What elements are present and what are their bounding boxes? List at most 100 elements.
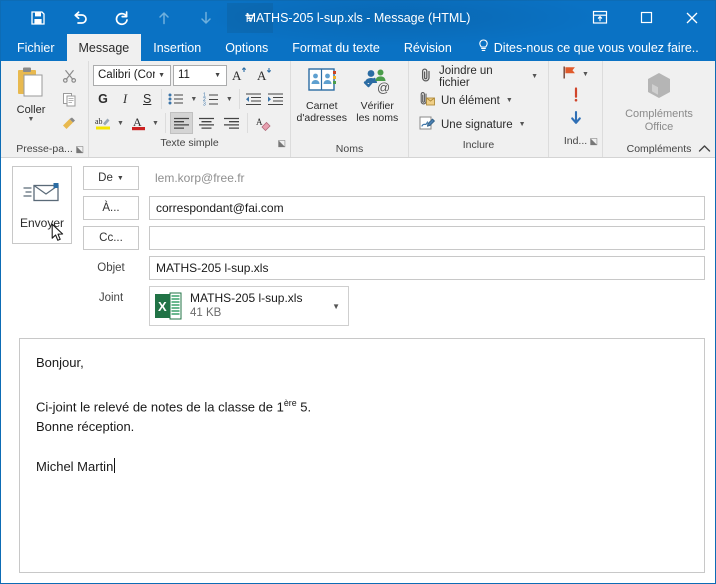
copy-icon	[62, 92, 77, 112]
high-importance-button[interactable]	[570, 86, 582, 109]
numbered-list-icon[interactable]: 123	[202, 88, 222, 110]
header-fields: De ▼ lem.korp@free.fr À... correspondant…	[75, 166, 705, 337]
font-color-icon[interactable]: A	[128, 112, 148, 134]
to-button[interactable]: À...	[83, 196, 139, 220]
clear-formatting-icon[interactable]: A	[252, 112, 275, 134]
align-center-icon[interactable]	[195, 112, 218, 134]
chevron-down-icon[interactable]: ▼	[155, 72, 168, 79]
customize-quick-access-icon[interactable]	[227, 3, 273, 33]
from-button[interactable]: De ▼	[83, 166, 139, 190]
decrease-indent-icon[interactable]	[244, 88, 264, 110]
svg-text:X: X	[158, 299, 167, 314]
bullet-list-dropdown-caret[interactable]: ▼	[188, 88, 199, 110]
send-column: Envoyer	[9, 166, 75, 337]
svg-text:A: A	[257, 68, 267, 83]
attach-file-label: Joindre un fichier	[439, 65, 525, 89]
from-label: De	[98, 172, 113, 184]
tab-message[interactable]: Message	[67, 34, 142, 61]
grow-font-icon[interactable]: A	[229, 64, 252, 86]
copy-button[interactable]	[57, 90, 81, 113]
clipboard-dialog-launcher-icon[interactable]: ⬕	[75, 144, 84, 155]
message-body[interactable]: Bonjour, Ci-joint le relevé de notes de …	[19, 338, 705, 573]
ribbon-display-options-icon[interactable]	[577, 1, 623, 34]
down-arrow-icon[interactable]	[185, 3, 227, 33]
numbered-list-dropdown-caret[interactable]: ▼	[224, 88, 235, 110]
outlook-compose-window: MATHS-205 l-sup.xls - Message (HTML) Fic…	[0, 0, 716, 584]
excel-file-icon: X	[154, 291, 182, 321]
follow-up-button[interactable]: ▼	[562, 63, 589, 86]
chevron-down-icon[interactable]: ▼	[211, 72, 224, 79]
addins-label-1: Compléments	[625, 108, 693, 121]
cc-input[interactable]	[149, 226, 705, 250]
subject-input[interactable]: MATHS-205 l-sup.xls	[149, 256, 705, 280]
redo-icon[interactable]	[101, 3, 143, 33]
chevron-down-icon[interactable]: ▼	[531, 73, 538, 80]
addins-label-2: Office	[645, 121, 674, 134]
ribbon-group-basic-text: Calibri (Corps ▼ 11 ▼ A A G	[89, 61, 291, 157]
tab-options[interactable]: Options	[213, 34, 280, 61]
check-names-label-1: Vérifier	[361, 100, 394, 112]
body-line-blank-2	[36, 437, 688, 457]
chevron-down-icon[interactable]: ▼	[519, 121, 526, 128]
to-input[interactable]: correspondant@fai.com	[149, 196, 705, 220]
include-group-label: Inclure	[463, 139, 495, 151]
align-left-icon[interactable]	[170, 112, 193, 134]
cut-button[interactable]	[57, 66, 81, 89]
paste-button[interactable]: Coller ▼	[5, 64, 57, 123]
save-icon[interactable]	[17, 3, 59, 33]
font-name-combo[interactable]: Calibri (Corps ▼	[93, 65, 171, 86]
undo-icon[interactable]	[59, 3, 101, 33]
maximize-icon[interactable]	[623, 1, 669, 34]
increase-indent-icon[interactable]	[266, 88, 286, 110]
attach-file-button[interactable]: Joindre un fichier ▼	[415, 65, 542, 88]
align-right-icon[interactable]	[220, 112, 243, 134]
ribbon-group-include: Joindre un fichier ▼ Un élément ▼ Une si…	[409, 61, 549, 157]
follow-up-dropdown-caret[interactable]: ▼	[582, 71, 589, 78]
tab-insertion[interactable]: Insertion	[141, 34, 213, 61]
italic-button[interactable]: I	[115, 88, 135, 110]
body-line-greeting: Bonjour,	[36, 353, 688, 373]
tags-dialog-launcher-icon[interactable]: ⬕	[589, 136, 598, 147]
font-color-dropdown-caret[interactable]: ▼	[150, 112, 161, 134]
paste-label: Coller	[17, 104, 46, 116]
check-names-button[interactable]: @ Vérifier les noms	[351, 64, 405, 124]
attachment-meta: MATHS-205 l-sup.xls 41 KB	[190, 291, 324, 321]
body-line-blank-1	[36, 373, 688, 393]
tell-me-search[interactable]: Dites-nous ce que vous voulez faire..	[470, 34, 707, 61]
tab-format-du-texte[interactable]: Format du texte	[280, 34, 392, 61]
italic-label: I	[123, 92, 127, 107]
body-line-reception: Bonne réception.	[36, 417, 688, 437]
low-importance-button[interactable]	[569, 109, 583, 132]
close-icon[interactable]	[669, 1, 715, 34]
format-painter-button[interactable]	[57, 114, 81, 137]
send-button[interactable]: Envoyer	[12, 166, 72, 244]
bullet-list-icon[interactable]	[166, 88, 186, 110]
attach-item-button[interactable]: Un élément ▼	[415, 89, 542, 112]
office-addins-icon	[639, 68, 679, 108]
svg-text:A: A	[232, 68, 242, 83]
svg-text:A: A	[256, 117, 263, 127]
collapse-ribbon-icon[interactable]	[698, 144, 711, 156]
text-highlight-icon[interactable]: ab	[93, 112, 113, 134]
bold-button[interactable]: G	[93, 88, 113, 110]
basic-text-dialog-launcher-icon[interactable]: ⬕	[277, 138, 286, 149]
attachment-dropdown-caret[interactable]: ▼	[332, 302, 344, 311]
tab-fichier[interactable]: Fichier	[5, 34, 67, 61]
highlight-dropdown-caret[interactable]: ▼	[115, 112, 126, 134]
address-book-button[interactable]: Carnet d'adresses	[295, 64, 349, 124]
font-size-combo[interactable]: 11 ▼	[173, 65, 227, 86]
attachment-chip[interactable]: X MATHS-205 l-sup.xls 41 KB ▼	[149, 286, 349, 326]
body-line-content-sup: ère	[284, 398, 297, 408]
attached-label: Joint	[83, 286, 139, 310]
underline-button[interactable]: S	[137, 88, 157, 110]
office-addins-button[interactable]: Compléments Office	[610, 64, 708, 134]
paste-dropdown-caret[interactable]: ▼	[28, 117, 35, 123]
up-arrow-icon[interactable]	[143, 3, 185, 33]
scissors-icon	[62, 68, 77, 88]
shrink-font-icon[interactable]: A	[254, 64, 277, 86]
chevron-down-icon[interactable]: ▼	[117, 175, 124, 182]
signature-button[interactable]: Une signature ▼	[415, 113, 542, 136]
tab-revision[interactable]: Révision	[392, 34, 464, 61]
chevron-down-icon[interactable]: ▼	[506, 97, 513, 104]
cc-button[interactable]: Cc...	[83, 226, 139, 250]
